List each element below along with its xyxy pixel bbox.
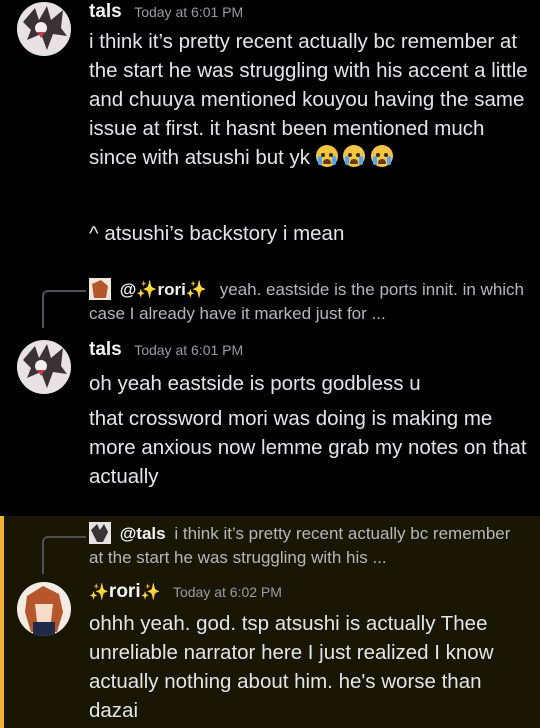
author-name[interactable]: rori <box>109 581 141 602</box>
sparkle-icon: ✨ <box>136 280 158 299</box>
reply-connector <box>42 290 86 328</box>
avatar-tals[interactable] <box>17 2 71 56</box>
message-text: ^ atsushi’s backstory i mean <box>89 222 345 245</box>
avatar-tals-mini <box>89 522 111 544</box>
reply-preview[interactable]: @✨rori✨ yeah. eastside is the ports inni… <box>89 278 529 326</box>
reply-mention[interactable]: @tals <box>120 524 166 543</box>
message-text: that crossword mori was doing is making … <box>89 407 527 488</box>
timestamp: Today at 6:01 PM <box>134 342 244 358</box>
timestamp: Today at 6:02 PM <box>172 584 282 600</box>
message-text: oh yeah eastside is ports godbless u <box>89 372 421 395</box>
loudly-crying-face-icon <box>371 145 394 167</box>
message-text: i think it’s pretty recent actually bc r… <box>89 30 528 169</box>
avatar-tals[interactable] <box>17 340 71 394</box>
avatar-rori[interactable] <box>17 582 71 636</box>
reply-author[interactable]: rori <box>157 280 185 299</box>
timestamp: Today at 6:01 PM <box>134 4 244 20</box>
author-name[interactable]: tals <box>89 1 122 22</box>
reply-mention[interactable]: @ <box>120 280 137 299</box>
author-name[interactable]: tals <box>89 339 122 360</box>
message-text: ohhh yeah. god. tsp atsushi is actually … <box>89 612 494 722</box>
reply-connector <box>42 536 86 574</box>
avatar-rori-mini <box>89 278 111 300</box>
reply-preview[interactable]: @tals i think it’s pretty recent actuall… <box>89 522 529 570</box>
loudly-crying-face-icon <box>343 145 366 167</box>
loudly-crying-face-icon <box>315 145 338 167</box>
sparkle-icon: ✨ <box>89 584 109 601</box>
sparkle-icon: ✨ <box>140 584 161 601</box>
sparkle-icon: ✨ <box>185 280 207 299</box>
